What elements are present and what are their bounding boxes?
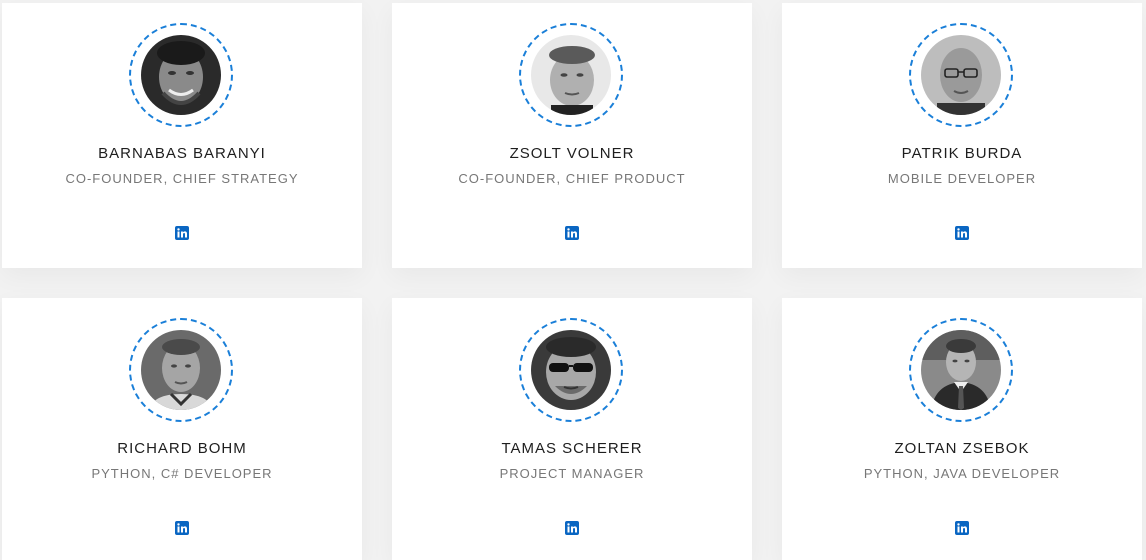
member-name: RICHARD BOHM [117,440,247,457]
member-name: ZSOLT VOLNER [509,145,635,162]
linkedin-icon[interactable] [565,226,579,240]
member-name: TAMAS SCHERER [501,440,643,457]
member-role: PYTHON, C# DEVELOPER [91,466,273,481]
avatar [141,330,221,410]
linkedin-icon[interactable] [175,226,189,240]
team-card-tamas-scherer: TAMAS SCHERER PROJECT MANAGER [392,298,752,560]
team-card-zoltan-zsebok: ZOLTAN ZSEBOK PYTHON, JAVA DEVELOPER [782,298,1142,560]
linkedin-icon[interactable] [955,226,969,240]
team-card-patrik-burda: PATRIK BURDA MOBILE DEVELOPER [782,3,1142,268]
linkedin-icon[interactable] [565,521,579,535]
member-name: BARNABAS BARANYI [98,145,266,162]
avatar-ring [129,23,233,127]
member-role: CO-FOUNDER, CHIEF STRATEGY [65,171,299,186]
member-role: MOBILE DEVELOPER [887,171,1037,186]
avatar-ring [909,318,1013,422]
avatar-ring [909,23,1013,127]
linkedin-icon[interactable] [175,521,189,535]
avatar [141,35,221,115]
team-grid: BARNABAS BARANYI CO-FOUNDER, CHIEF STRAT… [0,0,1146,560]
avatar-ring [519,318,623,422]
member-name: PATRIK BURDA [901,145,1023,162]
avatar-ring [129,318,233,422]
linkedin-icon[interactable] [955,521,969,535]
avatar-ring [519,23,623,127]
avatar [921,35,1001,115]
team-card-richard-bohm: RICHARD BOHM PYTHON, C# DEVELOPER [2,298,362,560]
avatar [921,330,1001,410]
avatar [531,35,611,115]
member-role: CO-FOUNDER, CHIEF PRODUCT [458,171,686,186]
team-card-barnabas-baranyi: BARNABAS BARANYI CO-FOUNDER, CHIEF STRAT… [2,3,362,268]
member-name: ZOLTAN ZSEBOK [894,440,1030,457]
team-card-zsolt-volner: ZSOLT VOLNER CO-FOUNDER, CHIEF PRODUCT [392,3,752,268]
member-role: PYTHON, JAVA DEVELOPER [863,466,1061,481]
avatar [531,330,611,410]
member-role: PROJECT MANAGER [499,466,645,481]
